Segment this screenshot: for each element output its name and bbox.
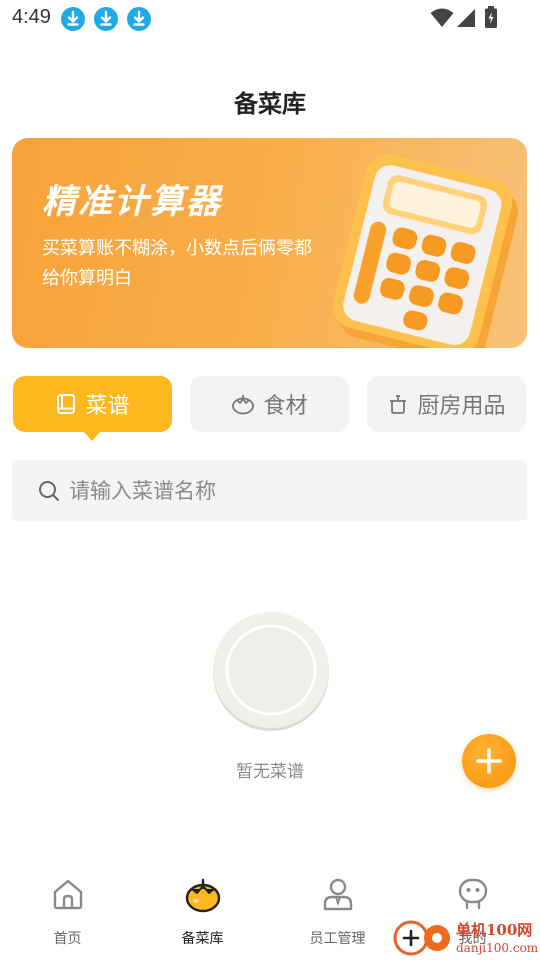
profile-icon: [458, 878, 487, 910]
staff-icon: [323, 878, 352, 911]
calculator-illustration: [332, 154, 519, 348]
battery-icon: [485, 6, 497, 28]
empty-plate-illustration: [213, 612, 329, 731]
tab-recipes[interactable]: 菜谱: [13, 376, 172, 432]
tomato-icon: [185, 878, 220, 913]
nav-home[interactable]: 首页: [0, 876, 135, 947]
banner-subtitle: 买菜算账不糊涂，小数点后俩零都给你算明白: [42, 238, 312, 289]
nav-label: 员工管理: [309, 931, 366, 947]
tab-label: 菜谱: [85, 394, 130, 419]
tab-label: 食材: [263, 394, 308, 419]
download-icon: [94, 7, 118, 31]
site-watermark: 单机100网 danji100.com: [390, 915, 540, 960]
status-time: 4:49: [12, 6, 51, 28]
empty-state-text: 暂无菜谱: [236, 762, 304, 782]
home-icon: [53, 879, 82, 910]
calculator-banner[interactable]: 精准计算器 买菜算账不糊涂，小数点后俩零都给你算明白: [12, 138, 527, 348]
search-bar: [12, 460, 527, 521]
plus-icon: [476, 748, 502, 774]
add-recipe-button[interactable]: [462, 734, 516, 788]
nav-staff[interactable]: 员工管理: [270, 876, 405, 947]
signal-icon: [457, 9, 475, 27]
nav-label: 备菜库: [181, 931, 224, 947]
nav-prep-library[interactable]: 备菜库: [135, 876, 270, 947]
book-icon: [55, 393, 77, 415]
pot-icon: [387, 393, 409, 415]
download-icon: [61, 7, 85, 31]
banner-title: 精准计算器: [42, 182, 222, 222]
search-input[interactable]: [67, 468, 511, 514]
search-icon: [39, 481, 59, 501]
tomato-icon: [231, 393, 255, 415]
tab-kitchen-supplies[interactable]: 厨房用品: [367, 376, 526, 432]
page-title: 备菜库: [234, 90, 306, 118]
tab-ingredients[interactable]: 食材: [190, 376, 349, 432]
watermark-sub: danji100.com: [456, 941, 539, 955]
nav-label: 首页: [53, 931, 82, 947]
watermark-logo: [393, 920, 450, 956]
tab-label: 厨房用品: [417, 394, 506, 419]
status-bar: 4:49: [0, 0, 540, 38]
active-tab-pointer: [84, 432, 100, 441]
watermark-text: 单机100网: [456, 921, 533, 939]
download-icon: [127, 7, 151, 31]
wifi-icon: [430, 8, 454, 27]
